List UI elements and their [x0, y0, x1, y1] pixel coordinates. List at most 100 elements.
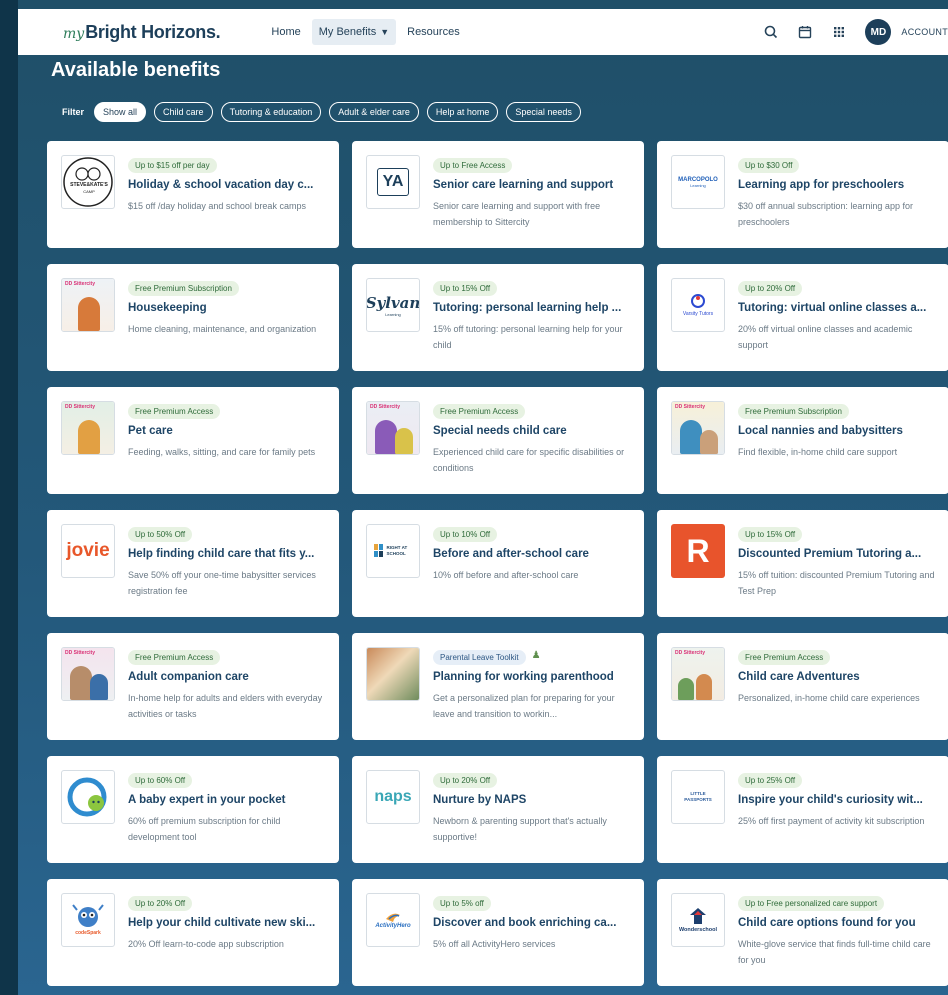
card-description: 15% off tuition: discounted Premium Tuto… — [738, 570, 935, 596]
card-title[interactable]: Learning app for preschoolers — [738, 179, 939, 191]
thumb-littlepassports: LITTLE PASSPORTS — [684, 791, 712, 802]
calendar-icon[interactable] — [797, 24, 813, 40]
card-description: 15% off tutoring: personal learning help… — [433, 324, 623, 350]
thumb-ras: RIGHT AT SCHOOL — [386, 545, 408, 556]
card-thumbnail — [366, 647, 420, 701]
card-title[interactable]: Planning for working parenthood — [433, 671, 634, 683]
benefit-card[interactable]: Varsity Tutors Up to 20% Off Tutoring: v… — [657, 264, 948, 371]
person-image — [395, 428, 413, 454]
filter-chip-help-at-home[interactable]: Help at home — [426, 102, 499, 122]
card-title[interactable]: Local nannies and babysitters — [738, 425, 939, 437]
benefit-card[interactable]: Up to 60% Off A baby expert in your pock… — [47, 756, 339, 863]
benefit-card[interactable]: LITTLE PASSPORTS Up to 25% Off Inspire y… — [657, 756, 948, 863]
nav-resources[interactable]: Resources — [400, 19, 467, 45]
card-description: Experienced child care for specific disa… — [433, 447, 625, 473]
card-title[interactable]: Adult companion care — [128, 671, 329, 683]
thumb-sittercity: DD Sittercity — [65, 281, 96, 287]
card-thumbnail: LITTLE PASSPORTS — [671, 770, 725, 824]
card-title[interactable]: Help finding child care that fits y... — [128, 548, 329, 560]
card-title[interactable]: Holiday & school vacation day c... — [128, 179, 329, 191]
card-thumbnail: Wonderschool — [671, 893, 725, 947]
benefit-card[interactable]: DD Sittercity Free Premium Subscription … — [657, 387, 948, 494]
benefit-card[interactable]: YA Up to Free Access Senior care learnin… — [352, 141, 644, 248]
benefit-card[interactable]: Sylvan Learning Up to 15% Off Tutoring: … — [352, 264, 644, 371]
thumb-sittercity: DD Sittercity — [65, 404, 96, 410]
card-title[interactable]: Before and after-school care — [433, 548, 634, 560]
benefit-card[interactable]: STEVE&KATE'S CAMP Up to $15 off per day … — [47, 141, 339, 248]
card-thumbnail: DD Sittercity — [366, 401, 420, 455]
filter-chip-show-all[interactable]: Show all — [94, 102, 147, 122]
avatar[interactable]: MD — [865, 19, 892, 45]
baby-app-logo — [67, 777, 107, 817]
card-title[interactable]: Help your child cultivate new ski... — [128, 917, 329, 929]
benefit-card[interactable]: jovie Up to 50% Off Help finding child c… — [47, 510, 339, 617]
card-thumbnail: Sylvan Learning — [366, 278, 420, 332]
card-thumbnail: DD Sittercity — [61, 647, 115, 701]
benefit-card[interactable]: ActivityHero Up to 5% off Discover and b… — [352, 879, 644, 986]
benefit-card[interactable]: Parental Leave Toolkit ♟ Planning for wor… — [352, 633, 644, 740]
thumb-varsity: Varsity Tutors — [682, 310, 714, 317]
thumb-sylvan: Sylvan — [366, 293, 420, 312]
search-icon[interactable] — [763, 24, 779, 40]
benefit-card[interactable]: DD Sittercity Free Premium Access Child … — [657, 633, 948, 740]
card-title[interactable]: A baby expert in your pocket — [128, 794, 329, 806]
card-title[interactable]: Child care Adventures — [738, 671, 939, 683]
filter-chip-special-needs[interactable]: Special needs — [506, 102, 581, 122]
benefit-card[interactable]: DD Sittercity Free Premium Subscription … — [47, 264, 339, 371]
benefit-card[interactable]: R Up to 15% Off Discounted Premium Tutor… — [657, 510, 948, 617]
offer-badge: Free Premium Subscription — [738, 404, 849, 419]
offer-badge: Up to $30 Off — [738, 158, 800, 173]
card-title[interactable]: Tutoring: virtual online classes a... — [738, 302, 939, 314]
filter-chip-tutoring[interactable]: Tutoring & education — [220, 102, 322, 122]
nav-home[interactable]: Home — [264, 19, 307, 45]
card-description: Newborn & parenting support that's actua… — [433, 816, 607, 842]
benefit-card[interactable]: naps Up to 20% Off Nurture by NAPS Newbo… — [352, 756, 644, 863]
activityhero-bird-icon — [386, 913, 400, 922]
parenthood-photo — [367, 648, 419, 700]
offer-badge: Up to 50% Off — [128, 527, 193, 542]
benefit-card[interactable]: Wonderschool Up to Free personalized car… — [657, 879, 948, 986]
wonderschool-house-icon — [690, 908, 706, 924]
card-thumbnail: jovie — [61, 524, 115, 578]
card-description: $30 off annual subscription: learning ap… — [738, 201, 913, 227]
nav-my-benefits[interactable]: My Benefits ▼ — [311, 19, 397, 45]
card-description: 20% off virtual online classes and acade… — [738, 324, 913, 350]
person-image — [375, 420, 397, 454]
card-description: Get a personalized plan for preparing fo… — [433, 693, 615, 719]
card-title[interactable]: Senior care learning and support — [433, 179, 634, 191]
card-title[interactable]: Discounted Premium Tutoring a... — [738, 548, 939, 560]
benefit-card[interactable]: codeSpark Up to 20% Off Help your child … — [47, 879, 339, 986]
benefit-card[interactable]: DD Sittercity Free Premium Access Specia… — [352, 387, 644, 494]
account-menu[interactable]: ACCOUNT — [901, 27, 948, 37]
nav-my-benefits-label: My Benefits — [318, 26, 377, 38]
card-title[interactable]: Discover and book enriching ca... — [433, 917, 634, 929]
card-title[interactable]: Nurture by NAPS — [433, 794, 634, 806]
card-description: Personalized, in-home child care experie… — [738, 693, 920, 703]
benefit-card[interactable]: DD Sittercity Free Premium Access Pet ca… — [47, 387, 339, 494]
card-thumbnail: DD Sittercity — [61, 278, 115, 332]
offer-badge: Up to $15 off per day — [128, 158, 217, 173]
logo[interactable]: my Bright Horizons. — [63, 22, 221, 43]
card-title[interactable]: Special needs child care — [433, 425, 634, 437]
card-thumbnail: R — [671, 524, 725, 578]
card-thumbnail: MARCOPOLO Learning — [671, 155, 725, 209]
card-title[interactable]: Tutoring: personal learning help ... — [433, 302, 634, 314]
varsity-tutors-logo-icon — [691, 293, 705, 308]
offer-badge: Up to 10% Off — [433, 527, 498, 542]
filter-chip-adult-elder[interactable]: Adult & elder care — [329, 102, 419, 122]
apps-grid-icon[interactable] — [831, 24, 847, 40]
benefit-card[interactable]: DD Sittercity Free Premium Access Adult … — [47, 633, 339, 740]
filter-chip-child-care[interactable]: Child care — [154, 102, 213, 122]
person-image — [678, 678, 694, 700]
thumb-marcopolo-sub: Learning — [690, 182, 706, 188]
card-title[interactable]: Housekeeping — [128, 302, 329, 314]
card-title[interactable]: Inspire your child's curiosity wit... — [738, 794, 939, 806]
card-title[interactable]: Child care options found for you — [738, 917, 939, 929]
filter-bar: Filter Show all Child care Tutoring & ed… — [62, 102, 589, 122]
card-description: Senior care learning and support with fr… — [433, 201, 601, 227]
card-thumbnail: Varsity Tutors — [671, 278, 725, 332]
benefit-card[interactable]: MARCOPOLO Learning Up to $30 Off Learnin… — [657, 141, 948, 248]
card-title[interactable]: Pet care — [128, 425, 329, 437]
benefit-card[interactable]: RIGHT AT SCHOOL Up to 10% Off Before and… — [352, 510, 644, 617]
window-frame — [0, 0, 18, 995]
